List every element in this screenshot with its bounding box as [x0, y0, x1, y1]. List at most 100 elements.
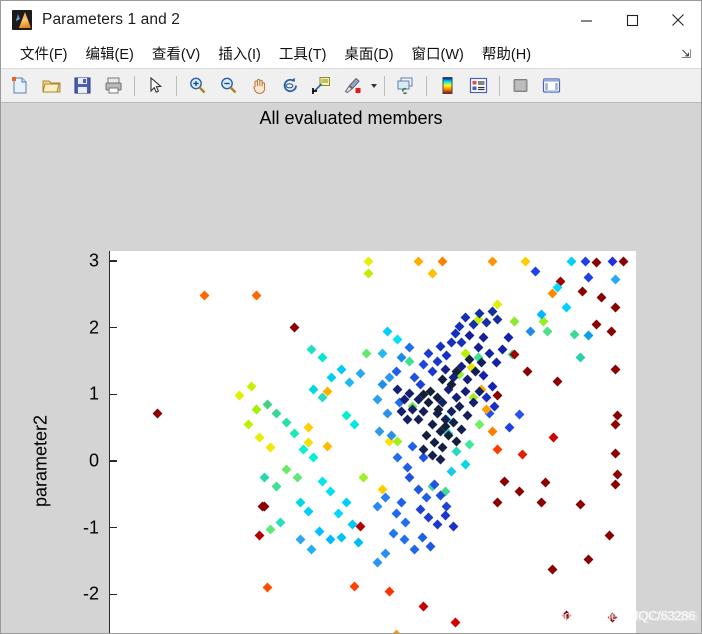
brush-icon: [344, 77, 361, 94]
pan-button[interactable]: [245, 71, 274, 100]
brush-button[interactable]: [338, 71, 367, 100]
scatter-point: [520, 256, 530, 266]
scatter-point: [275, 517, 286, 528]
figure-canvas[interactable]: All evaluated members -3-2-10123-3-2-101…: [1, 103, 701, 633]
scatter-point: [442, 350, 452, 361]
open-file-button[interactable]: [37, 71, 66, 100]
menu-help[interactable]: 帮助(H): [473, 41, 540, 66]
scatter-point: [548, 432, 559, 443]
scatter-point: [405, 342, 415, 353]
link-plot-button[interactable]: [391, 71, 420, 100]
scatter-point: [437, 256, 448, 266]
menu-overflow-icon[interactable]: ⇲: [681, 48, 691, 60]
matlab-logo-icon: [12, 10, 32, 30]
scatter-point: [265, 442, 276, 453]
scatter-point: [561, 302, 572, 313]
pan-hand-icon: [253, 78, 265, 94]
close-button[interactable]: [655, 1, 701, 39]
scatter-point: [492, 497, 503, 508]
scatter-point: [384, 372, 395, 383]
scatter-point: [536, 497, 547, 508]
scatter-point: [358, 472, 369, 483]
scatter-point: [391, 508, 401, 518]
zoom-out-button[interactable]: [214, 71, 243, 100]
toolbar-separator-5: [499, 75, 500, 96]
scatter-point: [610, 448, 621, 458]
new-figure-icon: [12, 77, 27, 94]
scatter-point: [427, 366, 438, 376]
y-tick-label: 1: [88, 383, 99, 404]
scatter-point: [450, 617, 461, 628]
scatter-point: [308, 452, 319, 463]
scatter-point: [380, 548, 391, 558]
scatter-point: [479, 370, 489, 381]
scatter-point: [363, 256, 374, 266]
scatter-point: [540, 477, 551, 488]
plot-axes[interactable]: -3-2-10123-3-2-10123: [83, 251, 636, 633]
y-tick-label: 2: [88, 317, 99, 338]
menu-edit[interactable]: 编辑(E): [77, 41, 143, 66]
scatter-point: [448, 521, 459, 532]
scatter-point: [295, 497, 306, 508]
minimize-button[interactable]: [563, 1, 609, 39]
rotate-3d-button[interactable]: [276, 71, 305, 100]
zoom-in-button[interactable]: [183, 71, 212, 100]
scatter-point: [341, 410, 352, 421]
scatter-point: [491, 357, 502, 368]
scatter-point: [388, 528, 399, 538]
save-figure-button[interactable]: [68, 71, 97, 100]
menu-view[interactable]: 查看(V): [143, 41, 209, 66]
y-axis-label: parameter2: [30, 414, 51, 508]
menu-file[interactable]: 文件(F): [11, 41, 77, 66]
menu-tools[interactable]: 工具(T): [270, 41, 336, 66]
scatter-point: [492, 314, 503, 325]
brush-dropdown-caret-icon[interactable]: [368, 72, 379, 99]
scatter-point: [303, 506, 314, 516]
menu-desktop[interactable]: 桌面(D): [335, 41, 402, 66]
zoom-in-icon: [190, 77, 206, 94]
scatter-point: [336, 532, 347, 543]
menu-window[interactable]: 窗口(W): [403, 41, 473, 66]
scatter-point: [462, 374, 473, 385]
scatter-point: [325, 486, 336, 496]
scatter-point: [382, 326, 393, 336]
scatter-point: [427, 268, 438, 278]
scatter-point: [345, 377, 355, 388]
scatter-point: [479, 332, 489, 343]
save-figure-icon: [74, 77, 91, 94]
scatter-point: [442, 501, 452, 512]
y-tick: [110, 326, 117, 329]
maximize-button[interactable]: [609, 1, 655, 39]
scatter-point: [423, 397, 434, 408]
scatter-point: [271, 408, 281, 418]
show-plot-tools-button[interactable]: [537, 71, 566, 100]
link-plot-icon: [397, 77, 413, 95]
scatter-point: [460, 459, 470, 470]
scatter-point: [421, 430, 432, 441]
scatter-point: [413, 484, 424, 494]
insert-colorbar-button[interactable]: [433, 71, 462, 100]
scatter-point: [384, 586, 395, 596]
edit-plot-button[interactable]: [141, 71, 170, 100]
scatter-point: [421, 492, 432, 503]
new-figure-button[interactable]: [6, 71, 35, 100]
scatter-point: [440, 364, 451, 374]
y-tick-label: 0: [88, 450, 99, 471]
scatter-point: [561, 610, 572, 621]
y-axis-label-wrap: parameter2: [31, 251, 51, 633]
scatter-point: [514, 486, 525, 496]
hide-plot-tools-button[interactable]: [506, 71, 535, 100]
scatter-point: [454, 401, 465, 412]
scatter-point: [308, 384, 319, 394]
insert-legend-button[interactable]: [464, 71, 493, 100]
scatter-point: [372, 394, 383, 405]
data-cursor-button[interactable]: [307, 71, 336, 100]
scatter-point: [413, 256, 424, 266]
window-controls: [563, 1, 701, 39]
menu-insert[interactable]: 插入(I): [209, 41, 270, 66]
scatter-point: [525, 326, 536, 336]
menu-bar: 文件(F) 编辑(E) 查看(V) 插入(I) 工具(T) 桌面(D) 窗口(W…: [1, 39, 701, 68]
scatter-point: [591, 319, 602, 330]
print-figure-button[interactable]: [99, 71, 128, 100]
toolbar-separator-4: [426, 75, 427, 96]
